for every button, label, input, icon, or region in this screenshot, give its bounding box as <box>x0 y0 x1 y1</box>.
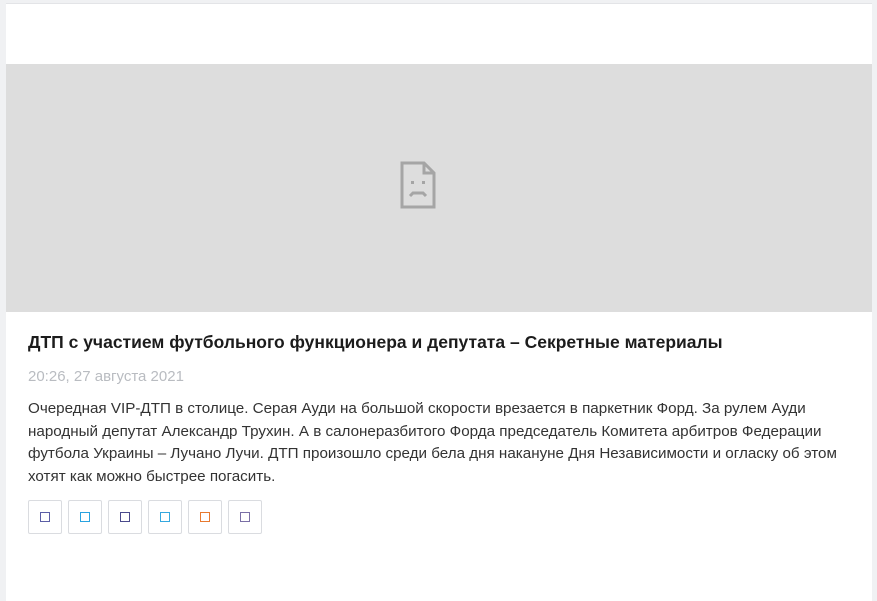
share-buttons <box>28 500 262 534</box>
share-icon-1 <box>40 512 50 522</box>
share-button-5[interactable] <box>188 500 222 534</box>
share-icon-2 <box>80 512 90 522</box>
article-card: ДТП с участием футбольного функционера и… <box>6 3 872 601</box>
article-title[interactable]: ДТП с участием футбольного функционера и… <box>28 331 858 353</box>
article-description: Очередная VIP-ДТП в столице. Серая Ауди … <box>28 400 837 485</box>
share-icon-5 <box>200 512 210 522</box>
article-media-placeholder[interactable] <box>6 64 872 312</box>
article-date: 20:26, 27 августа 2021 <box>28 368 184 385</box>
share-icon-4 <box>160 512 170 522</box>
share-button-1[interactable] <box>28 500 62 534</box>
share-icon-6 <box>240 512 250 522</box>
share-button-6[interactable] <box>228 500 262 534</box>
share-button-3[interactable] <box>108 500 142 534</box>
broken-image-icon <box>400 161 436 209</box>
share-button-2[interactable] <box>68 500 102 534</box>
share-button-4[interactable] <box>148 500 182 534</box>
share-icon-3 <box>120 512 130 522</box>
